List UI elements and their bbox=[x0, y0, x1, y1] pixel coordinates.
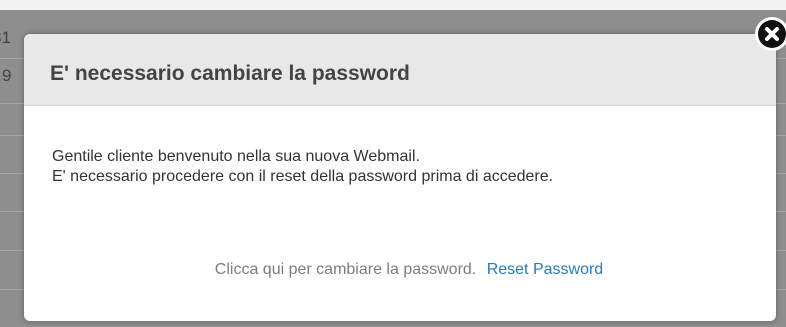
dialog-footer: Clicca qui per cambiare la password. Res… bbox=[24, 260, 776, 280]
page-top-band bbox=[0, 0, 786, 10]
close-dialog-button[interactable] bbox=[755, 17, 786, 51]
background-cell-text: 31 bbox=[0, 28, 11, 47]
close-icon bbox=[758, 20, 786, 48]
dialog-title: E' necessario cambiare la password bbox=[50, 62, 410, 85]
dialog-header: E' necessario cambiare la password bbox=[24, 34, 776, 106]
reset-password-link[interactable]: Reset Password bbox=[487, 261, 604, 278]
dialog-message-line: Gentile cliente benvenuto nella sua nuov… bbox=[52, 148, 420, 165]
dialog-body: Gentile cliente benvenuto nella sua nuov… bbox=[52, 147, 752, 187]
reset-instruction-text: Clicca qui per cambiare la password. bbox=[214, 261, 477, 278]
change-password-dialog: E' necessario cambiare la password Genti… bbox=[24, 34, 776, 321]
dialog-message-line: E' necessario procedere con il reset del… bbox=[52, 168, 554, 185]
background-cell-text: 9 bbox=[2, 66, 12, 85]
